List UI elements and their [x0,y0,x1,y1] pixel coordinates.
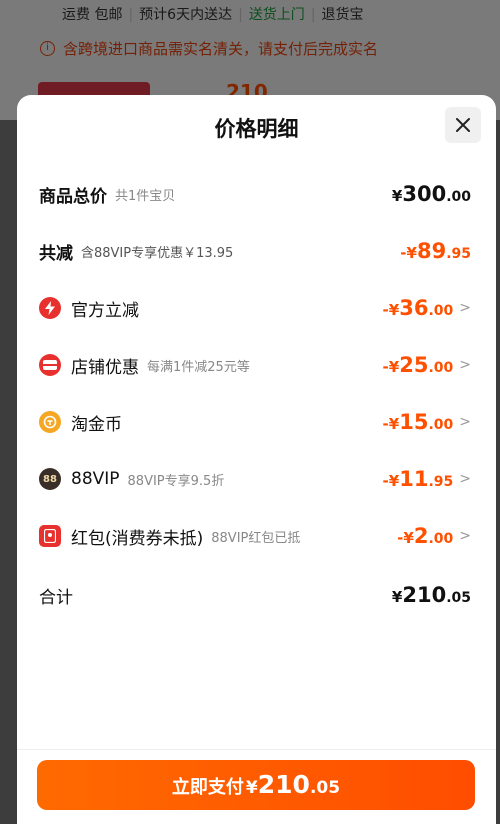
row-amount: -¥ 2.00 [397,524,453,548]
row-sub: 每满1件减25元等 [147,359,250,375]
row-label: 88VIP [71,469,120,489]
amount-dec: .00 [428,531,454,547]
row-label: 店铺优惠 [71,357,139,378]
pay-dec: .05 [309,778,341,798]
amount-dec: .00 [428,360,454,376]
pay-now-button[interactable]: 立即支付 ¥210.05 [37,760,475,810]
row-label: 共减 [39,243,73,264]
chevron-right-icon: > [459,300,471,316]
row-sub: 88VIP专享9.5折 [127,473,225,489]
amount-int: 15 [399,410,429,434]
pay-currency: ¥ [245,778,258,798]
amount-currency: -¥ [382,358,400,376]
row-coins[interactable]: 淘金币 -¥ 15.00 > [39,407,471,437]
row-amount: ¥300.00 [392,182,471,206]
pay-int: 210 [257,770,310,799]
amount-dec: .00 [428,303,454,319]
row-label: 红包(消费券未抵) [71,528,204,549]
row-red-packet[interactable]: 红包(消费券未抵) 88VIP红包已抵 -¥ 2.00 > [39,521,471,551]
chevron-right-icon: > [459,357,471,373]
bottom-divider [17,749,496,750]
row-total-discount: 共减 含88VIP专享优惠￥13.95 -¥ 89.95 [39,236,471,266]
row-label: 官方立减 [71,300,139,321]
chevron-right-icon: > [459,471,471,487]
row-amount: -¥ 89.95 [400,239,471,263]
pay-label: 立即支付 [171,777,244,798]
price-detail-sheet: 价格明细 商品总价 共1件宝贝 ¥300.00 共减 含88VIP专享优惠￥13… [17,95,496,824]
amount-currency: -¥ [397,529,414,547]
amount-dec: .95 [446,246,471,262]
row-amount: ¥210.05 [392,583,471,607]
amount-dec: .00 [446,189,471,205]
row-amount: -¥ 25.00 [383,353,454,377]
amount-dec: .00 [428,417,454,433]
row-amount: -¥ 15.00 [383,410,454,434]
close-icon [456,118,470,132]
amount-currency: -¥ [382,301,400,319]
amount-int: 89 [416,239,447,263]
row-official-discount[interactable]: 官方立减 -¥ 36.00 > [39,293,471,323]
row-label: 淘金币 [71,414,122,435]
row-sum: 合计 ¥210.05 [39,580,471,610]
amount-int: 300 [402,182,447,206]
vip-88-icon: 88 [39,468,61,490]
amount-dec: .95 [428,474,454,490]
chevron-right-icon: > [459,414,471,430]
amount-currency: -¥ [382,415,400,433]
close-button[interactable] [445,107,481,143]
row-label: 合计 [39,587,73,608]
row-shop-discount[interactable]: 店铺优惠 每满1件减25元等 -¥ 25.00 > [39,350,471,380]
row-amount: -¥ 11.95 [383,467,454,491]
row-88vip[interactable]: 88 88VIP 88VIP专享9.5折 -¥ 11.95 > [39,464,471,494]
amount-currency: -¥ [400,244,417,262]
row-sub: 88VIP红包已抵 [211,530,301,546]
amount-int: 2 [413,524,429,548]
amount-int: 210 [402,583,447,607]
row-sub: 含88VIP专享优惠￥13.95 [81,245,234,261]
amount-currency: ¥ [391,588,403,606]
row-sub: 共1件宝贝 [115,188,176,204]
lightning-icon [39,297,61,319]
shop-coupon-icon [39,354,61,376]
coin-icon [39,411,61,433]
row-label: 商品总价 [39,186,107,207]
amount-int: 11 [399,467,429,491]
amount-currency: ¥ [391,187,403,205]
row-amount: -¥ 36.00 [383,296,454,320]
amount-currency: -¥ [382,472,400,490]
row-goods-total: 商品总价 共1件宝贝 ¥300.00 [39,179,471,209]
amount-dec: .05 [446,590,471,606]
red-packet-icon [39,525,61,547]
amount-int: 25 [399,353,429,377]
amount-int: 36 [399,296,429,320]
sheet-title: 价格明细 [214,117,299,141]
chevron-right-icon: > [459,528,471,544]
